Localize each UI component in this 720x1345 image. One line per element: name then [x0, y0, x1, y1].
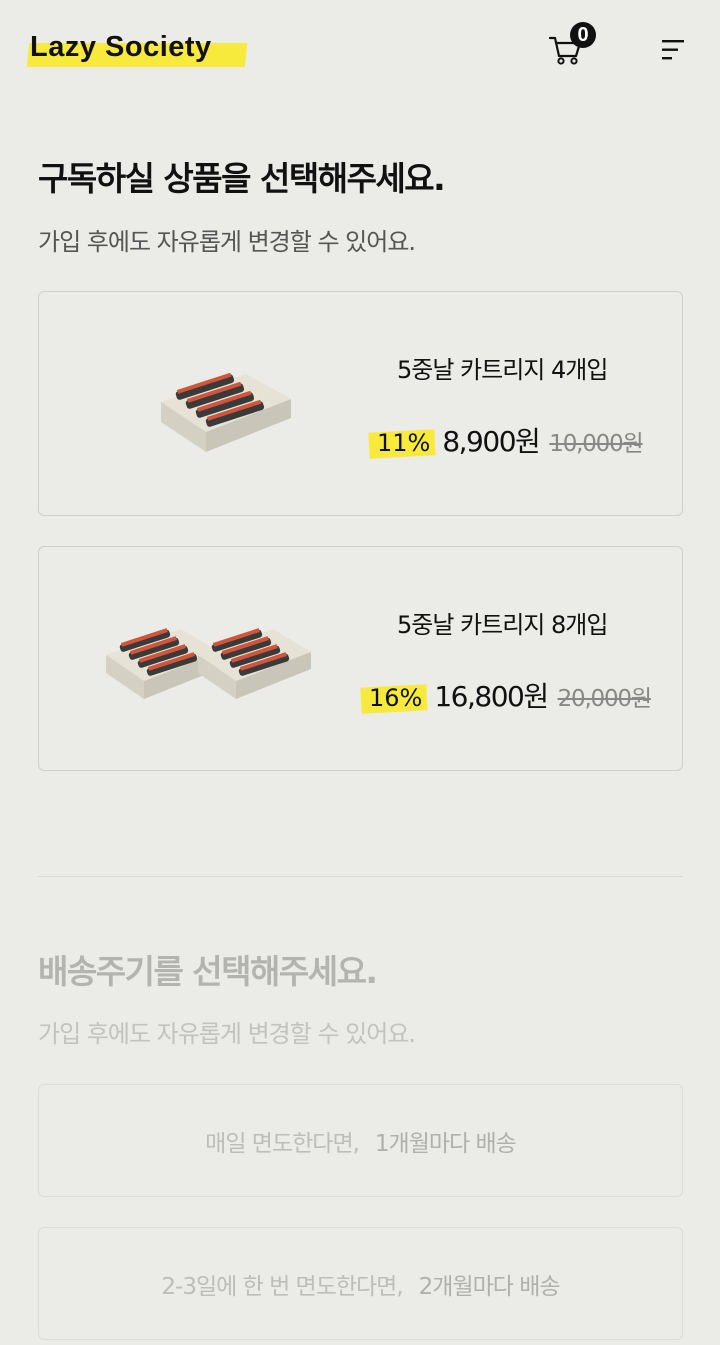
delivery-option-2month[interactable]: 2-3일에 한 번 면도한다면, 2개월마다 배송: [38, 1227, 683, 1340]
delivery-section-title: 배송주기를 선택해주세요.: [38, 952, 378, 991]
delivery-cycle: 1개월마다 배송: [374, 1130, 517, 1157]
original-price: 10,000원: [549, 431, 643, 457]
price-row: 16% 16,800원 20,000원: [360, 675, 652, 715]
product-section-title: 구독하실 상품을 선택해주세요.: [38, 159, 446, 198]
product-card-4pack[interactable]: 5중날 카트리지 4개입 11% 8,900원 10,000원: [38, 291, 683, 516]
cartridge-4pack-image: [161, 372, 291, 452]
delivery-condition: 매일 면도한다면,: [205, 1130, 360, 1157]
discount-badge: 11%: [368, 429, 436, 459]
sale-price: 8,900원: [442, 425, 540, 458]
delivery-cycle: 2개월마다 배송: [418, 1273, 561, 1300]
original-price: 20,000원: [557, 686, 652, 712]
delivery-condition: 2-3일에 한 번 면도한다면,: [161, 1273, 403, 1300]
section-divider: [38, 876, 683, 877]
delivery-option-1month[interactable]: 매일 면도한다면, 1개월마다 배송: [38, 1084, 683, 1197]
menu-icon[interactable]: [660, 38, 686, 62]
product-name: 5중날 카트리지 8개입: [397, 611, 608, 639]
cart-count-badge: 0: [570, 22, 596, 48]
product-name: 5중날 카트리지 4개입: [397, 356, 608, 384]
discount-badge: 16%: [360, 684, 428, 714]
logo[interactable]: Lazy Society: [26, 31, 248, 67]
cartridge-8pack-image: [106, 628, 311, 699]
product-section-subtitle: 가입 후에도 자유롭게 변경할 수 있어요.: [38, 228, 416, 256]
product-card-8pack[interactable]: 5중날 카트리지 8개입 16% 16,800원 20,000원: [38, 546, 683, 771]
price-row: 11% 8,900원 10,000원: [368, 420, 644, 460]
delivery-section-subtitle: 가입 후에도 자유롭게 변경할 수 있어요.: [38, 1020, 416, 1048]
header: Lazy Society 0: [0, 0, 720, 100]
sale-price: 16,800원: [434, 680, 549, 713]
